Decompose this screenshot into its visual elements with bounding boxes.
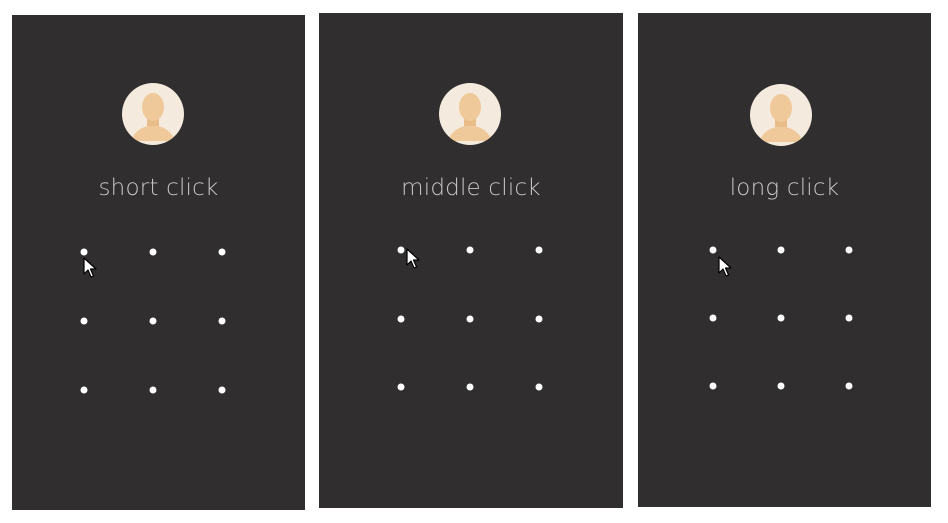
pattern-dot[interactable] [777,314,785,322]
pattern-dot[interactable] [777,246,785,254]
pattern-dot[interactable] [845,314,853,322]
mode-caption: short click [98,175,219,201]
pattern-dot[interactable] [777,382,785,390]
pattern-dot[interactable] [845,382,853,390]
pattern-dot[interactable] [397,246,405,254]
pattern-dot[interactable] [397,383,405,391]
pattern-dot[interactable] [80,386,88,394]
mode-caption: middle click [401,175,541,201]
mouse-pointer-icon [83,257,97,278]
pattern-dot[interactable] [397,315,405,323]
pattern-dot[interactable] [535,246,543,254]
pattern-dot[interactable] [149,317,157,325]
pattern-dot[interactable] [466,383,474,391]
lock-screen-long-click: long click [638,13,931,507]
user-avatar-icon [122,83,184,145]
lock-screen-short-click: short click [12,15,305,510]
mouse-pointer-icon [406,248,420,269]
pattern-dot[interactable] [709,246,717,254]
pattern-dot[interactable] [80,317,88,325]
user-avatar-icon [439,83,501,145]
pattern-dot[interactable] [218,317,226,325]
pattern-dot[interactable] [466,246,474,254]
pattern-dot[interactable] [845,246,853,254]
pattern-dot[interactable] [149,386,157,394]
pattern-dot[interactable] [466,315,474,323]
comparison-stage: short click middle click long click [0,0,948,523]
mode-caption: long click [729,175,840,201]
lock-screen-middle-click: middle click [319,13,623,508]
pattern-dot[interactable] [535,315,543,323]
pattern-dot[interactable] [709,382,717,390]
pattern-dot[interactable] [149,248,157,256]
pattern-dot[interactable] [709,314,717,322]
pattern-dot[interactable] [80,248,88,256]
pattern-dot[interactable] [218,386,226,394]
mouse-pointer-icon [718,256,732,277]
pattern-dot[interactable] [535,383,543,391]
user-avatar-icon [750,84,812,146]
pattern-dot[interactable] [218,248,226,256]
